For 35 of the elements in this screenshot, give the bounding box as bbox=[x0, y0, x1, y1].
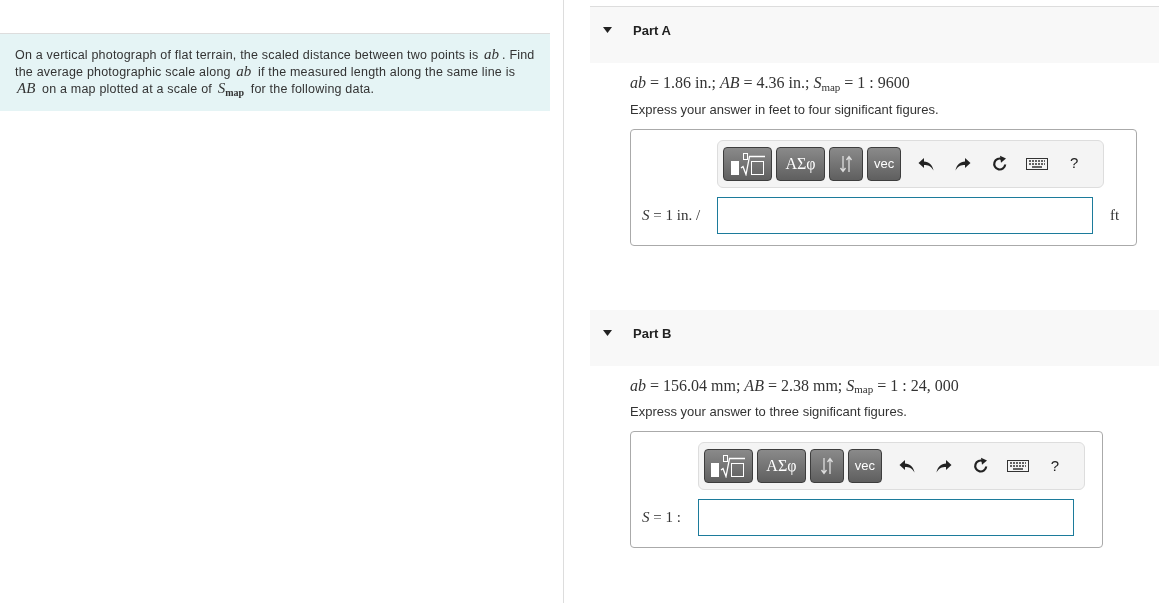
given-values: ab = 1.86 in.; AB = 4.36 in.; S$_{map}$ = 1 : 9600 bbox=[630, 73, 910, 93]
instruction-text: Express your answer in feet to four significant figures. bbox=[630, 101, 939, 118]
redo-icon bbox=[935, 459, 952, 473]
greek-letters-button[interactable]: ΑΣφ bbox=[776, 146, 826, 181]
greek-letters-button[interactable]: ΑΣφ bbox=[756, 449, 806, 483]
vector-button[interactable]: vec bbox=[867, 146, 902, 181]
square-root-template-icon bbox=[729, 151, 766, 176]
unit-label: ft bbox=[1110, 205, 1120, 225]
help-button[interactable]: ? bbox=[1059, 148, 1090, 179]
square-root-template-icon bbox=[710, 454, 747, 478]
up-down-arrows-button[interactable] bbox=[809, 449, 844, 483]
answer-label: S = 1 in. / bbox=[642, 205, 701, 225]
keyboard-icon bbox=[1026, 157, 1049, 170]
redo-icon bbox=[955, 156, 972, 171]
reset-icon bbox=[971, 457, 990, 475]
expand-triangle-icon[interactable] bbox=[603, 329, 612, 336]
up-down-arrows-icon bbox=[819, 457, 834, 475]
up-down-arrows-button[interactable] bbox=[829, 146, 864, 181]
part-title: Part B bbox=[633, 325, 672, 341]
problem-statement: On a vertical photograph of flat terrain, the scaled distance between two points is ab. Find the average photographic scale along ab if the measured length along the same line is AB on a map plotted at a scale of S$_{map}$ for the following data. bbox=[0, 33, 550, 111]
up-down-arrows-icon bbox=[839, 154, 854, 173]
part-title: Part A bbox=[633, 23, 671, 38]
template-button[interactable] bbox=[723, 146, 773, 181]
answer-input[interactable] bbox=[717, 196, 1094, 234]
instruction-text: Express your answer to three significant figures. bbox=[630, 404, 907, 420]
expand-triangle-icon[interactable] bbox=[603, 27, 612, 33]
undo-icon bbox=[898, 459, 915, 473]
answer-label: S = 1 : bbox=[642, 508, 681, 528]
given-values: ab = 156.04 mm; AB = 2.38 mm; S$_{map}$ = 1 : 24, 000 bbox=[630, 375, 959, 396]
undo-icon bbox=[918, 156, 935, 171]
answer-input[interactable] bbox=[697, 499, 1074, 536]
keyboard-icon bbox=[1006, 460, 1029, 472]
vector-button[interactable]: vec bbox=[847, 449, 882, 483]
template-button[interactable] bbox=[703, 449, 753, 483]
help-button[interactable]: ? bbox=[1039, 451, 1070, 481]
